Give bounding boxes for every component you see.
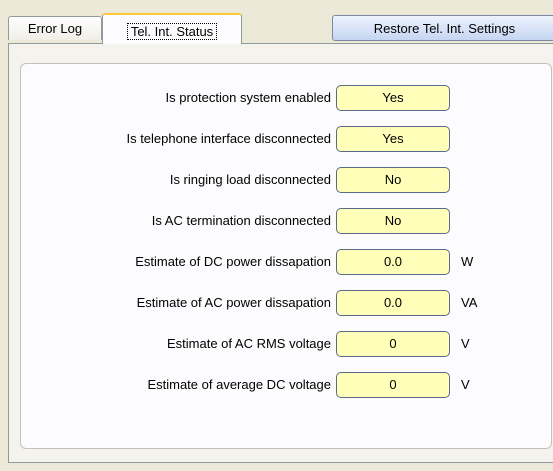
status-value-field: 0.0: [336, 249, 450, 275]
status-value-field: 0: [336, 331, 450, 357]
status-value-field: Yes: [336, 85, 450, 111]
status-label: Estimate of average DC voltage: [147, 377, 331, 392]
status-value-field: No: [336, 208, 450, 234]
tel-int-status-panel: Is protection system enabled Yes Is tele…: [8, 43, 553, 463]
status-label: Estimate of AC RMS voltage: [166, 336, 331, 351]
status-label: Estimate of DC power dissapation: [135, 254, 331, 269]
status-group-box: Is protection system enabled Yes Is tele…: [20, 63, 552, 449]
tab-error-log-label: Error Log: [27, 21, 83, 36]
status-label: Is telephone interface disconnected: [126, 131, 331, 146]
status-row-ac-power: Estimate of AC power dissapation 0.0 VA: [21, 290, 553, 316]
tab-tel-int-status[interactable]: Tel. Int. Status: [102, 13, 242, 44]
status-label: Estimate of AC power dissapation: [136, 295, 331, 310]
status-row-avg-dc-voltage: Estimate of average DC voltage 0 V: [21, 372, 553, 398]
status-row-interface-disconnected: Is telephone interface disconnected Yes: [21, 126, 553, 152]
status-row-protection-enabled: Is protection system enabled Yes: [21, 85, 553, 111]
unit-label: W: [461, 254, 474, 269]
status-label: Is AC termination disconnected: [151, 213, 331, 228]
status-label: Is ringing load disconnected: [169, 172, 331, 187]
status-row-ringing-load-disconnected: Is ringing load disconnected No: [21, 167, 553, 193]
status-row-dc-power: Estimate of DC power dissapation 0.0 W: [21, 249, 553, 275]
unit-label: VA: [461, 295, 478, 310]
status-row-ac-rms-voltage: Estimate of AC RMS voltage 0 V: [21, 331, 553, 357]
status-value-field: No: [336, 167, 450, 193]
status-value-field: 0: [336, 372, 450, 398]
restore-tel-int-settings-button[interactable]: Restore Tel. Int. Settings: [332, 15, 553, 41]
status-row-ac-termination-disconnected: Is AC termination disconnected No: [21, 208, 553, 234]
unit-label: V: [461, 336, 470, 351]
status-value-field: 0.0: [336, 290, 450, 316]
status-label: Is protection system enabled: [165, 90, 331, 105]
status-value-field: Yes: [336, 126, 450, 152]
tab-error-log[interactable]: Error Log: [8, 16, 102, 40]
unit-label: V: [461, 377, 470, 392]
restore-button-label: Restore Tel. Int. Settings: [373, 20, 516, 36]
tab-tel-int-status-label: Tel. Int. Status: [126, 23, 218, 40]
